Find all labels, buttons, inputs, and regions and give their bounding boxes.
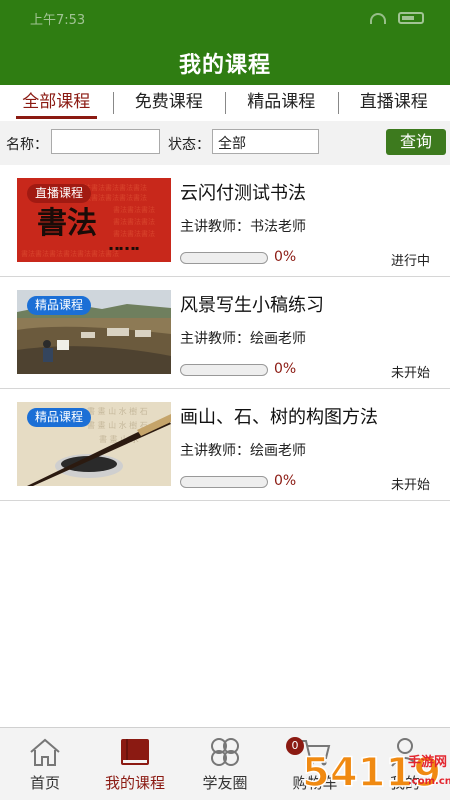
- active-tab-indicator: [16, 116, 97, 119]
- course-progress-bar: [180, 476, 268, 488]
- course-item[interactable]: 書法書法書法書法書法 書法書法書法書法書法 書法書法書法書法書法書法書法 書法書…: [0, 165, 450, 277]
- course-title: 云闪付测试书法: [180, 183, 306, 204]
- battery-icon: [398, 12, 424, 24]
- course-teacher: 主讲教师：绘画老师: [180, 331, 306, 347]
- tab-label: 直播课程: [359, 92, 428, 112]
- course-thumbnail: 書 畫 山 水 樹 石 書 畫 山 水 樹 石 書 畫 山 水 精品课程: [17, 402, 171, 486]
- name-input[interactable]: [51, 129, 160, 154]
- nav-label: 我的课程: [104, 774, 165, 792]
- tab-live-courses[interactable]: 直播课程: [337, 85, 450, 121]
- course-tabs: 全部课程 免费课程 精品课程 直播课程: [0, 85, 450, 121]
- nav-label: 首页: [29, 774, 60, 792]
- status-bar: 上午7:53: [0, 0, 450, 36]
- course-thumbnail: 書法書法書法書法書法 書法書法書法書法書法 書法書法書法書法書法書法書法 書法書…: [17, 178, 171, 262]
- nav-study-circle[interactable]: 学友圈: [180, 728, 270, 800]
- name-label: 名称：: [6, 137, 48, 153]
- filter-bar: 名称： 状态： 全部 查询: [0, 121, 450, 167]
- course-progress-text: 0%: [274, 361, 297, 377]
- svg-text:書法書法書法書法書法書法書法: 書法書法書法書法書法書法書法: [21, 249, 119, 258]
- course-status: 未开始: [390, 478, 430, 493]
- tab-premium-courses[interactable]: 精品课程: [225, 85, 338, 121]
- wifi-icon: [370, 12, 386, 24]
- watermark-suffix: 手游网: [408, 754, 447, 770]
- svg-text:書法書法書法: 書法書法書法: [113, 217, 155, 226]
- clover-icon: [211, 738, 239, 766]
- nav-label: 学友圈: [202, 774, 248, 792]
- tab-all-courses[interactable]: 全部课程: [0, 85, 113, 121]
- svg-text:書法書法書法: 書法書法書法: [113, 229, 155, 238]
- nav-home[interactable]: 首页: [0, 728, 90, 800]
- status-icons: [370, 12, 424, 24]
- status-time: 上午7:53: [30, 12, 86, 28]
- course-status: 未开始: [390, 366, 430, 381]
- svg-text:書 畫 山 水 樹 石: 書 畫 山 水 樹 石: [87, 420, 148, 430]
- course-title: 画山、石、树的构图方法: [180, 407, 378, 428]
- course-progress-text: 0%: [274, 473, 297, 489]
- tab-label: 全部课程: [22, 92, 91, 112]
- course-progress-bar: [180, 252, 268, 264]
- course-badge: 直播课程: [27, 184, 92, 203]
- course-title: 风景写生小稿练习: [180, 295, 324, 316]
- course-item[interactable]: 書 畫 山 水 樹 石 書 畫 山 水 樹 石 書 畫 山 水 精品课程 画山、…: [0, 389, 450, 501]
- course-status: 进行中: [390, 254, 430, 269]
- course-item[interactable]: 精品课程 风景写生小稿练习 主讲教师：绘画老师 0% 未开始: [0, 277, 450, 389]
- nav-my-courses[interactable]: 我的课程: [90, 728, 180, 800]
- svg-text:▪ ▪▪ ▪ ▪▪: ▪ ▪▪ ▪ ▪▪: [109, 245, 139, 252]
- watermark-logo: 54119 手游网 .com.cn: [301, 749, 450, 797]
- course-badge: 精品课程: [27, 408, 92, 427]
- status-label: 状态：: [168, 137, 210, 153]
- course-progress-text: 0%: [274, 249, 297, 265]
- tab-free-courses[interactable]: 免费课程: [112, 85, 226, 121]
- course-badge: 精品课程: [27, 296, 92, 315]
- tab-label: 免费课程: [134, 92, 203, 112]
- course-thumbnail: 精品课程: [17, 290, 171, 374]
- app-header: 上午7:53 我的课程: [0, 0, 450, 85]
- book-icon: [121, 739, 149, 765]
- course-teacher: 主讲教师：书法老师: [180, 219, 306, 235]
- calligraphy-glyphs: 書法: [37, 206, 97, 241]
- course-progress-bar: [180, 364, 268, 376]
- query-button[interactable]: 查询: [386, 129, 446, 155]
- status-select[interactable]: 全部: [212, 129, 319, 154]
- svg-text:書 畫 山 水 樹 石: 書 畫 山 水 樹 石: [87, 406, 148, 416]
- tab-label: 精品课程: [247, 92, 316, 112]
- svg-text:書法書法書法: 書法書法書法: [113, 205, 155, 214]
- home-icon: [30, 738, 60, 766]
- page-title: 我的课程: [178, 53, 271, 78]
- watermark-domain: .com.cn: [408, 776, 450, 787]
- course-teacher: 主讲教师：绘画老师: [180, 443, 306, 459]
